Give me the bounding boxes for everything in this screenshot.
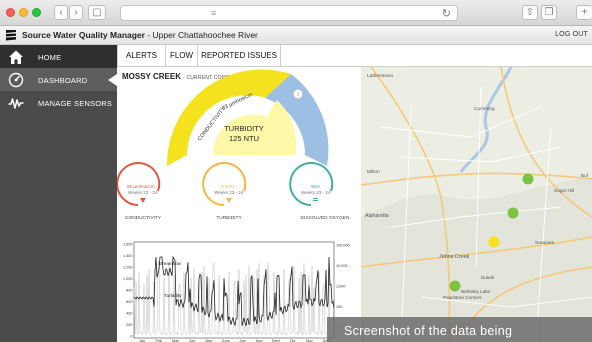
y-tick-label-right: 100	[336, 305, 342, 309]
mini-gauge-name: DISSOLVED OXYGEN	[301, 215, 350, 221]
reader-menu-icon: ≡	[211, 8, 217, 18]
forward-icon[interactable]: ›	[69, 5, 83, 20]
tab-reported-issues[interactable]: REPORTED ISSUES	[198, 45, 281, 67]
gauge-badge-text: 3	[297, 92, 300, 98]
sidebar-toggle-icon[interactable]: ▢	[88, 5, 106, 20]
new-tab-icon[interactable]: +	[576, 5, 592, 20]
tab-alerts[interactable]: ALERTS	[117, 45, 166, 67]
sidebar-item-home[interactable]: HOME	[0, 45, 117, 68]
mini-gauge-name: CONDUCTIVITY	[125, 215, 162, 221]
mini-gauge-value: 98%	[311, 184, 320, 189]
sidebar-item-label: MANAGE SENSORS	[38, 99, 113, 108]
mini-gauge-dissolved-oxygen: 98% Weeks 23 - 24 DISSOLVED OXYGEN	[289, 162, 350, 221]
y-tick-label-left: 800	[126, 288, 132, 292]
sidebar: HOME DASHBOARD MANAGE SENSORS	[0, 45, 117, 342]
y-tick-label-left: 1,400	[123, 254, 133, 258]
map-place-label: Johns Creek	[439, 254, 470, 260]
current-conditions-panel: MOSSY CREEK - CURRENT CONDITIONS CONDUCTI…	[117, 67, 361, 342]
sidebar-item-manage-sensors[interactable]: MANAGE SENSORS	[0, 91, 117, 114]
share-icon[interactable]: ⇧	[522, 5, 538, 20]
trend-flat-icon-line	[313, 200, 318, 201]
gauge-turbidity-value: 125 NTU	[229, 134, 259, 143]
map-place-label: Cumming	[474, 106, 495, 112]
sidebar-item-label: HOME	[38, 53, 62, 62]
gauge-turbidity-label: TURBIDITY	[224, 124, 264, 133]
tab-flow[interactable]: FLOW	[166, 45, 198, 67]
streamflow-turbidity-chart: 1,600 1,400 1,200 1,000 800 600 400 200 0 100,00…	[123, 241, 350, 342]
logout-link[interactable]: LOG OUT	[555, 31, 588, 38]
app-logo-icon	[6, 30, 16, 41]
y-tick-label-left: 200	[126, 323, 132, 327]
trend-down-icon	[140, 198, 146, 203]
mini-gauge-value: 5 NTU	[221, 184, 234, 189]
tab-bar: ALERTS FLOW REPORTED ISSUES	[117, 45, 592, 67]
mini-gauge-value: 65 µmhos/cm	[127, 184, 155, 189]
map-place-label: Sugar Hill	[554, 188, 574, 193]
trend-down-icon	[226, 198, 232, 203]
y-tick-label-left: 600	[126, 300, 132, 304]
sensor-marker-good[interactable]	[449, 280, 461, 292]
app-header: Source Water Quality Manager - Upper Cha…	[0, 26, 592, 45]
browser-chrome: ‹ › ▢ ≡ ↻ ⇧ ❐ +	[0, 0, 592, 26]
caption-overlay: Screenshot of the data being	[327, 317, 592, 342]
map-canvas: Lathemtown Cumming Milton Alpharetta Joh…	[361, 67, 592, 342]
home-icon	[9, 50, 23, 64]
sidebar-item-dashboard[interactable]: DASHBOARD	[0, 68, 117, 91]
map-place-label: Lathemtown	[367, 73, 393, 79]
map-place-label: Duluth	[481, 275, 495, 280]
app-title: Source Water Quality Manager - Upper Cha…	[22, 30, 258, 40]
conditions-gauge: CONDUCTIVITY 33 µmhos/cm TURBIDITY 125 N…	[117, 69, 350, 221]
close-window-button[interactable]	[6, 8, 15, 17]
y-tick-label-right: 1,000	[336, 284, 346, 288]
back-icon[interactable]: ‹	[54, 5, 68, 20]
y-tick-label-right: 100,000	[336, 243, 350, 247]
maximize-window-button[interactable]	[32, 8, 41, 17]
map-place-label: Berkeley Lake	[461, 289, 491, 294]
turbidity-label: Turbidity	[164, 293, 182, 298]
trend-flat-icon	[313, 198, 318, 199]
sensor-waveform-icon	[8, 98, 24, 109]
mini-gauge-conductivity: 65 µmhos/cm Weeks 23 - 24 CONDUCTIVITY	[117, 162, 162, 221]
streamflow-label: Streamflow	[158, 261, 182, 266]
reload-icon[interactable]: ↻	[442, 7, 451, 20]
sensor-marker-warning[interactable]	[488, 236, 500, 248]
mini-gauge-weeks: Weeks 23 - 24	[301, 190, 331, 195]
mini-gauge-name: TURBIDITY	[216, 215, 242, 221]
y-tick-label-left: 1,000	[123, 277, 133, 281]
address-bar[interactable]: ≡ ↻	[120, 5, 458, 21]
map-place-label: Milton	[367, 169, 380, 175]
mini-gauge-weeks: Weeks 23 - 24	[214, 190, 244, 195]
minimize-window-button[interactable]	[19, 8, 28, 17]
map-place-label: Suwanee	[535, 240, 555, 245]
sensor-marker-good[interactable]	[522, 173, 534, 185]
mini-gauge-turbidity: 5 NTU Weeks 23 - 24 TURBIDITY	[202, 162, 247, 221]
map-place-label: Alpharetta	[365, 213, 389, 219]
mini-gauge-weeks: Weeks 23 - 24	[128, 190, 158, 195]
y-tick-label-left: 1,200	[123, 265, 133, 269]
y-axis-left: 1,600 1,400 1,200 1,000 800 600 400 200 0	[123, 242, 133, 338]
sensor-map[interactable]: Lathemtown Cumming Milton Alpharetta Joh…	[361, 67, 592, 342]
y-tick-label-left: 0	[130, 334, 132, 338]
y-tick-label-left: 1,600	[123, 242, 133, 246]
y-tick-label-left: 400	[126, 311, 132, 315]
active-indicator	[108, 74, 117, 86]
map-place-label: Peachtree Corners	[443, 295, 482, 300]
dashboard-gauge-icon	[8, 72, 24, 88]
y-tick-label-right: 10,000	[336, 264, 348, 268]
sensor-marker-good[interactable]	[507, 207, 519, 219]
map-place-label: Buf	[581, 173, 589, 178]
sidebar-item-label: DASHBOARD	[38, 76, 88, 85]
tabs-overview-icon[interactable]: ❐	[541, 5, 557, 20]
